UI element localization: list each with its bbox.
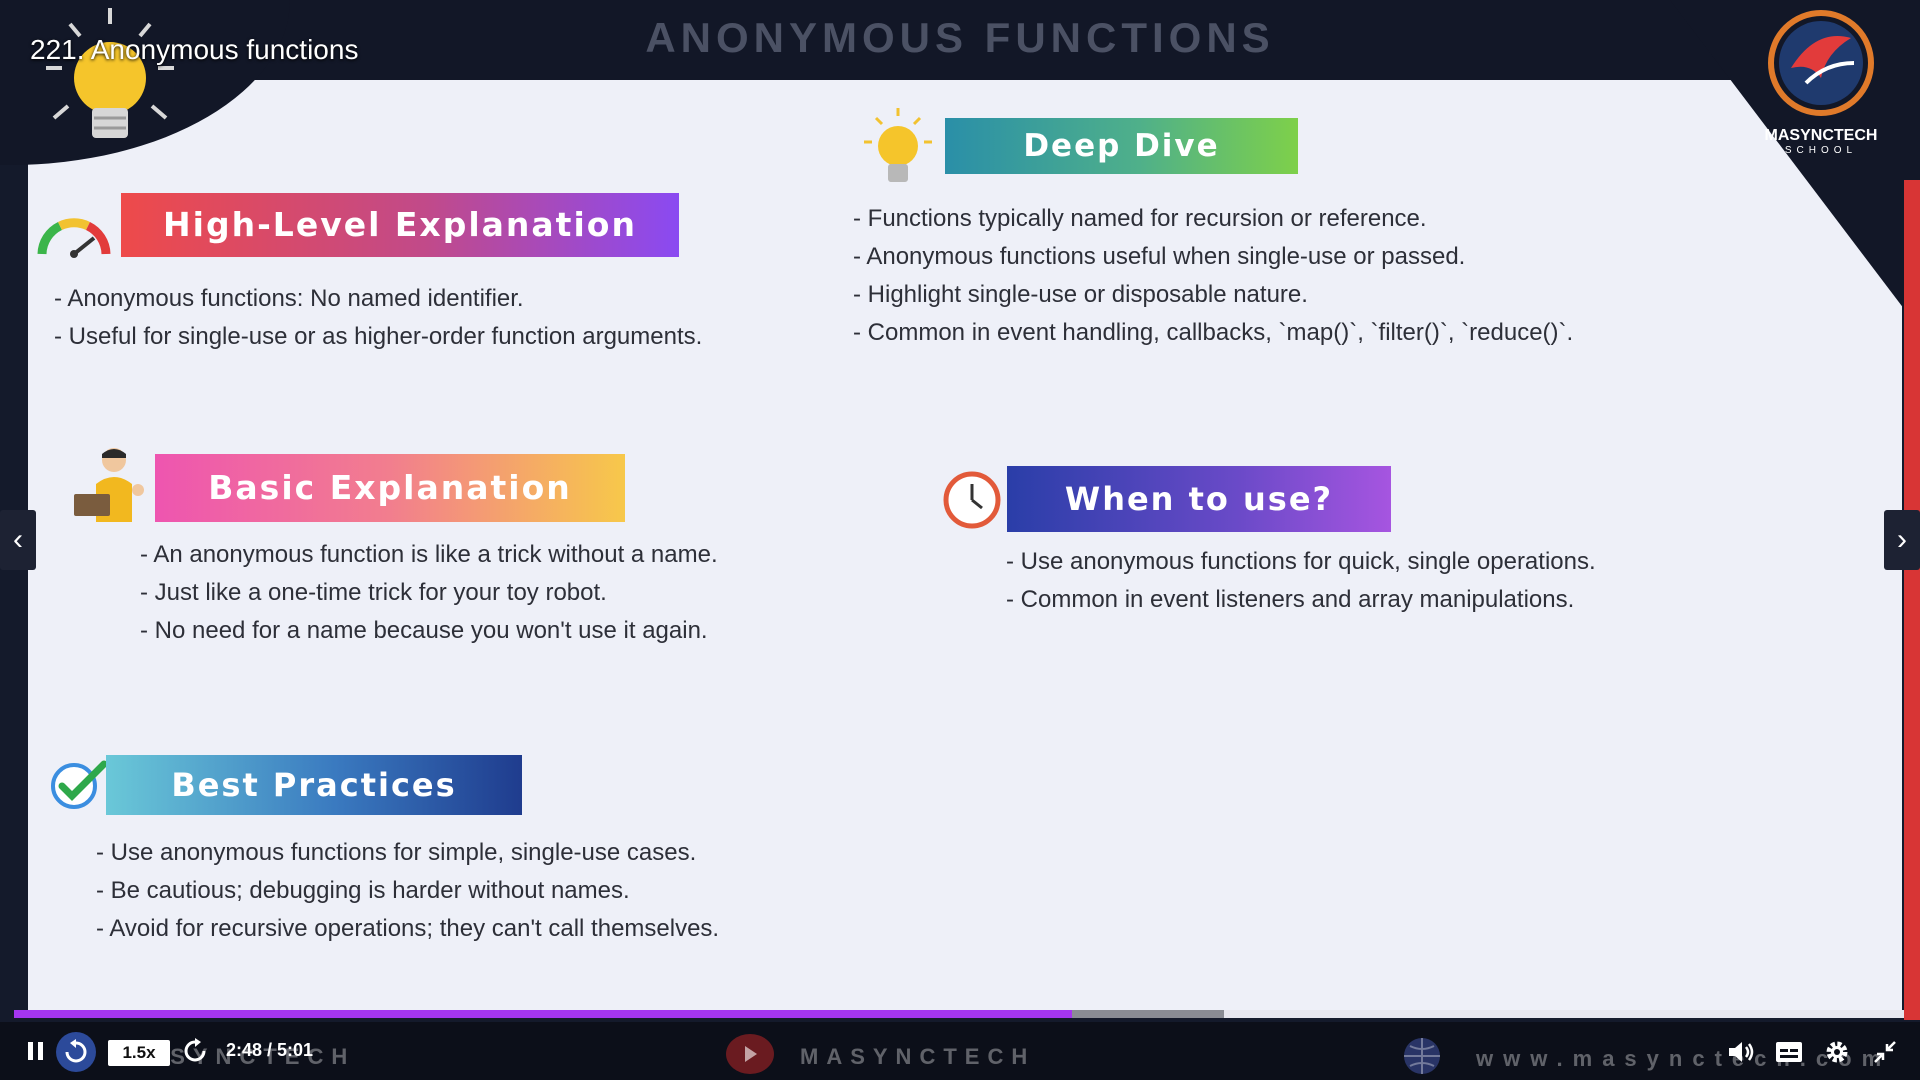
forward-icon <box>184 1038 206 1062</box>
next-lecture-button[interactable]: › <box>1884 510 1920 570</box>
exit-fullscreen-button[interactable] <box>1868 1036 1902 1068</box>
bullet-item: - No need for a name because you won't u… <box>140 617 708 644</box>
when-bullets: - Use anonymous functions for quick, sin… <box>1006 543 1596 619</box>
captions-button[interactable] <box>1772 1036 1806 1068</box>
bullet-item: - Avoid for recursive operations; they c… <box>96 915 720 942</box>
exit-fullscreen-icon <box>1874 1041 1896 1063</box>
section-header-deep-dive: Deep Dive <box>945 118 1298 174</box>
bullet-item: - Just like a one-time trick for your to… <box>140 579 607 606</box>
brand-logo-subtext: SCHOOL <box>1784 145 1858 156</box>
watermark-brand-center: MASYNCTECH <box>800 1044 1036 1069</box>
lightbulb-icon <box>46 8 174 138</box>
clock-icon <box>943 471 1001 529</box>
person-laptop-icon <box>74 448 144 522</box>
bullet-item: - Common in event handling, callbacks, `… <box>853 319 1574 346</box>
bullet-item: - Anonymous functions: No named identifi… <box>54 285 524 312</box>
bullet-item: - Be cautious; debugging is harder witho… <box>96 877 630 904</box>
pause-icon <box>28 1042 43 1060</box>
brand-logo: MASYNCTECH SCHOOL <box>1756 8 1886 156</box>
brand-logo-text: MASYNCTECH <box>1764 127 1878 144</box>
bullet-item: - Use anonymous functions for simple, si… <box>96 839 697 866</box>
forward-button[interactable] <box>180 1036 210 1066</box>
high-level-bullets: - Anonymous functions: No named identifi… <box>54 280 702 356</box>
gear-icon <box>1826 1041 1848 1063</box>
video-title: 221. Anonymous functions <box>30 34 359 65</box>
best-practices-bullets: - Use anonymous functions for simple, si… <box>96 834 719 948</box>
previous-lecture-button[interactable]: ‹ <box>0 510 36 570</box>
volume-button[interactable] <box>1724 1036 1758 1068</box>
captions-icon <box>1776 1042 1802 1062</box>
bullet-item: - Useful for single-use or as higher-ord… <box>54 323 703 350</box>
checkmark-icon <box>51 760 108 809</box>
slide-red-edge <box>1904 180 1920 1020</box>
video-stage[interactable]: ANONYMOUS FUNCTIONS 221. Anonymous funct… <box>0 0 1920 1080</box>
bullet-item: - An anonymous function is like a trick … <box>140 541 718 568</box>
deep-dive-bullets: - Functions typically named for recursio… <box>853 200 1573 352</box>
section-header-high-level: High-Level Explanation <box>121 193 679 257</box>
bullet-item: - Use anonymous functions for quick, sin… <box>1006 548 1596 575</box>
volume-icon <box>1729 1042 1754 1062</box>
bullet-item: - Functions typically named for recursio… <box>853 205 1427 232</box>
basic-bullets: - An anonymous function is like a trick … <box>140 536 718 650</box>
settings-button[interactable] <box>1820 1036 1854 1068</box>
youtube-watermark-icon <box>726 1034 774 1074</box>
pause-button[interactable] <box>22 1036 50 1066</box>
chevron-right-icon: › <box>1897 523 1907 556</box>
section-header-best-practices: Best Practices <box>106 755 522 815</box>
bullet-item: - Anonymous functions useful when single… <box>853 243 1466 270</box>
bullet-item: - Common in event listeners and array ma… <box>1006 586 1575 613</box>
playback-time: 2:48 / 5:01 <box>226 1040 314 1060</box>
speedometer-icon <box>37 218 111 258</box>
playback-speed-button[interactable]: 1.5x <box>108 1040 170 1066</box>
progress-bar[interactable] <box>14 1010 1904 1018</box>
progress-played <box>14 1010 1073 1018</box>
globe-watermark-icon <box>1404 1038 1440 1074</box>
chevron-left-icon: ‹ <box>13 523 23 556</box>
section-header-when: When to use? <box>1007 466 1391 532</box>
lightbulb-small-icon <box>864 108 932 182</box>
brand-logo-icon <box>1768 10 1874 116</box>
section-header-basic: Basic Explanation <box>155 454 625 522</box>
rewind-button[interactable] <box>56 1032 96 1072</box>
bullet-item: - Highlight single-use or disposable nat… <box>853 281 1308 308</box>
rewind-icon <box>65 1039 87 1063</box>
